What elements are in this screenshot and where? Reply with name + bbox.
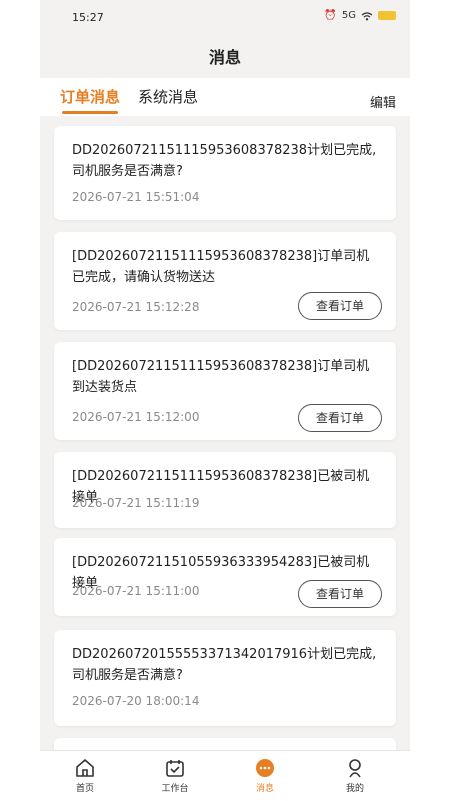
message-card[interactable]: [DD20260721151115953608378238]订单司机到达装货点 … — [54, 342, 396, 440]
message-time: 2026-07-21 15:11:00 — [72, 584, 200, 598]
nav-mine[interactable]: 我的 — [320, 757, 390, 794]
nav-workbench[interactable]: 工作台 — [140, 757, 210, 794]
nav-workbench-label: 工作台 — [161, 784, 189, 794]
message-text: [DD20260721151115953608378238]订单司机已完成，请确… — [72, 249, 370, 285]
nav-messages-label: 消息 — [255, 784, 274, 794]
tab-order-messages[interactable]: 订单消息 — [60, 86, 120, 107]
message-list[interactable]: DD20260721151115953608378238计划已完成,司机服务是否… — [40, 116, 410, 750]
message-card[interactable] — [54, 738, 396, 750]
message-time: 2026-07-21 15:12:28 — [72, 300, 200, 314]
message-time: 2026-07-21 15:12:00 — [72, 410, 200, 424]
wifi-icon — [361, 11, 373, 20]
active-tab-indicator — [62, 111, 118, 114]
status-icons: ⏰ 5G — [324, 10, 396, 21]
user-icon — [349, 759, 361, 778]
message-card[interactable]: [DD20260721151115953608378238]订单司机已完成，请确… — [54, 232, 396, 330]
edit-button[interactable]: 编辑 — [370, 92, 396, 111]
nav-messages[interactable]: 消息 — [230, 757, 300, 794]
message-text: DD20260721151115953608378238计划已完成,司机服务是否… — [72, 143, 377, 179]
home-icon — [76, 759, 94, 777]
page-title: 消息 — [208, 48, 241, 67]
message-tabs: 订单消息 系统消息 编辑 — [40, 78, 410, 116]
alarm-icon: ⏰ — [324, 10, 337, 21]
message-time: 2026-07-20 18:00:14 — [72, 694, 200, 708]
message-card[interactable]: [DD20260721151115953608378238]已被司机接单 202… — [54, 452, 396, 528]
view-order-button[interactable]: 查看订单 — [298, 292, 382, 320]
nav-home[interactable]: 首页 — [50, 757, 120, 794]
message-card[interactable]: DD20260720155553371342017916计划已完成,司机服务是否… — [54, 630, 396, 726]
message-time: 2026-07-21 15:11:19 — [72, 496, 200, 510]
view-order-button[interactable]: 查看订单 — [298, 580, 382, 608]
view-order-button[interactable]: 查看订单 — [298, 404, 382, 432]
message-text: DD20260720155553371342017916计划已完成,司机服务是否… — [72, 647, 377, 683]
message-card[interactable]: [DD20260721151055936333954283]已被司机接单 202… — [54, 538, 396, 616]
phone-screen: 15:27 ⏰ 5G 消息 订单消息 系统消息 编辑 DD20260721151… — [40, 0, 410, 801]
network-label: 5G — [341, 10, 356, 21]
message-card[interactable]: DD20260721151115953608378238计划已完成,司机服务是否… — [54, 126, 396, 220]
status-time: 15:27 — [72, 11, 104, 24]
calendar-check-icon — [166, 760, 184, 777]
message-text: [DD20260721151115953608378238]订单司机到达装货点 — [72, 359, 370, 395]
message-time: 2026-07-21 15:51:04 — [72, 190, 200, 204]
tab-system-messages[interactable]: 系统消息 — [138, 86, 198, 107]
chat-bubble-icon — [256, 759, 274, 777]
battery-icon — [378, 11, 396, 20]
status-bar: 15:27 ⏰ 5G — [40, 0, 410, 32]
nav-mine-label: 我的 — [345, 784, 364, 794]
nav-home-label: 首页 — [75, 784, 94, 794]
bottom-navigation: 首页 工作台 消息 我的 — [40, 750, 410, 801]
